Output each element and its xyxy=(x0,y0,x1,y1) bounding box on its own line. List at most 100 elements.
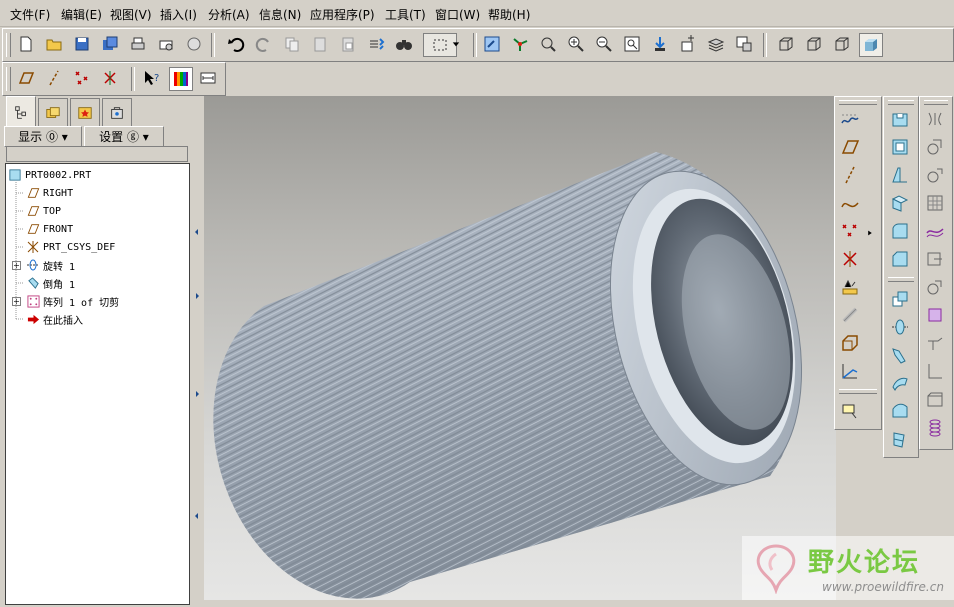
flame-logo-icon xyxy=(756,544,796,594)
copy-feature-icon[interactable] xyxy=(887,287,913,311)
project-icon[interactable] xyxy=(922,275,948,299)
wireframe-icon[interactable] xyxy=(775,33,797,55)
revolve-tool-icon[interactable] xyxy=(887,315,913,339)
thicken-icon[interactable] xyxy=(922,191,948,215)
feature-link-icon[interactable] xyxy=(837,303,863,327)
tree-item-csys[interactable]: PRT_CSYS_DEF xyxy=(26,238,115,256)
hidden-line-icon[interactable] xyxy=(803,33,825,55)
reorient-icon[interactable] xyxy=(649,33,671,55)
flyout-arrow-icon[interactable] xyxy=(865,221,875,245)
toolbar-grip[interactable] xyxy=(888,100,914,105)
swept-blend-icon[interactable] xyxy=(887,371,913,395)
solidify-icon[interactable] xyxy=(922,219,948,243)
round-icon[interactable] xyxy=(887,219,913,243)
layers-icon[interactable] xyxy=(705,33,727,55)
hole-icon[interactable] xyxy=(922,359,948,383)
menu-view[interactable]: 视图(V) xyxy=(110,6,152,23)
coord-graph-icon[interactable] xyxy=(837,359,863,383)
menu-file[interactable]: 文件(F) xyxy=(10,6,50,23)
menu-insert[interactable]: 插入(I) xyxy=(160,6,197,23)
toolbar-grip[interactable] xyxy=(6,33,11,57)
refit-icon[interactable] xyxy=(621,33,643,55)
blend-icon[interactable] xyxy=(887,191,913,215)
merge-icon[interactable] xyxy=(922,107,948,131)
chevron-down-icon[interactable] xyxy=(449,33,463,55)
menu-info[interactable]: 信息(N) xyxy=(259,6,301,23)
tab-favorites[interactable] xyxy=(70,98,100,127)
tree-item-pattern[interactable]: 阵列 1 of 切剪 xyxy=(26,292,119,310)
save-icon[interactable] xyxy=(71,33,93,55)
menu-edit[interactable]: 编辑(E) xyxy=(61,6,102,23)
threaded-tube-model[interactable] xyxy=(204,96,836,600)
datum-point-display-icon[interactable] xyxy=(71,67,93,89)
helical-sweep-icon[interactable] xyxy=(922,415,948,439)
toolbar-grip[interactable] xyxy=(839,100,877,105)
view-manager-icon[interactable] xyxy=(733,33,755,55)
spin-center-icon[interactable] xyxy=(509,33,531,55)
toolbar-grip[interactable] xyxy=(924,100,948,105)
datum-point-tool-icon[interactable] xyxy=(837,219,863,243)
find-binoculars-icon[interactable] xyxy=(393,33,415,55)
orient-mode-icon[interactable] xyxy=(537,33,559,55)
csys-display-icon[interactable] xyxy=(99,67,121,89)
datum-plane-tool-icon[interactable] xyxy=(837,135,863,159)
paste-special-icon[interactable] xyxy=(337,33,359,55)
send-link-icon[interactable] xyxy=(183,33,205,55)
zoom-out-icon[interactable] xyxy=(593,33,615,55)
datum-axis-tool-icon[interactable] xyxy=(837,163,863,187)
print-icon[interactable] xyxy=(127,33,149,55)
annotation-note-icon[interactable] xyxy=(837,399,863,423)
send-mail-icon[interactable] xyxy=(155,33,177,55)
undo-icon[interactable] xyxy=(225,33,247,55)
draft-icon[interactable] xyxy=(887,163,913,187)
section-icon[interactable] xyxy=(837,331,863,355)
intersect-icon[interactable] xyxy=(922,247,948,271)
menu-analysis[interactable]: 分析(A) xyxy=(208,6,250,23)
repaint-icon[interactable] xyxy=(481,33,503,55)
tab-folder-browser[interactable] xyxy=(38,98,68,127)
datum-plane-display-icon[interactable] xyxy=(15,67,37,89)
tree-filter-bar[interactable] xyxy=(6,146,188,162)
zoom-in-icon[interactable] xyxy=(565,33,587,55)
extrude-icon[interactable] xyxy=(887,107,913,131)
regenerate-icon[interactable] xyxy=(365,33,387,55)
graphics-window[interactable] xyxy=(204,96,836,600)
context-help-icon[interactable]: ? xyxy=(141,67,163,89)
cosmetic-sketch-icon[interactable] xyxy=(922,387,948,411)
toolbar-grip[interactable] xyxy=(6,67,11,91)
show-dropdown[interactable]: 显示 ⓪ ▾ xyxy=(4,126,82,147)
panel-splitter[interactable] xyxy=(190,96,204,604)
boundary-blend-icon[interactable] xyxy=(887,399,913,423)
chamfer-tool-icon[interactable] xyxy=(887,247,913,271)
csys-tool-icon[interactable] xyxy=(837,247,863,271)
shell-icon[interactable] xyxy=(887,135,913,159)
menu-window[interactable]: 窗口(W) xyxy=(435,6,480,23)
sweep-icon[interactable] xyxy=(887,343,913,367)
tab-connections[interactable] xyxy=(102,98,132,127)
menu-tools[interactable]: 工具(T) xyxy=(385,6,426,23)
datum-axis-display-icon[interactable] xyxy=(43,67,65,89)
new-file-icon[interactable] xyxy=(15,33,37,55)
open-folder-icon[interactable] xyxy=(43,33,65,55)
analysis-feature-icon[interactable] xyxy=(837,275,863,299)
style-surface-icon[interactable] xyxy=(887,427,913,451)
datum-curve-tool-icon[interactable] xyxy=(837,191,863,215)
menu-applications[interactable]: 应用程序(P) xyxy=(310,6,375,23)
trim-icon[interactable] xyxy=(922,135,948,159)
wrap-icon[interactable] xyxy=(922,303,948,327)
offset-icon[interactable] xyxy=(922,163,948,187)
copy-icon[interactable] xyxy=(281,33,303,55)
rib-icon[interactable] xyxy=(922,331,948,355)
appearance-colors-icon[interactable] xyxy=(169,67,193,91)
redo-icon[interactable] xyxy=(253,33,275,55)
no-hidden-icon[interactable] xyxy=(831,33,853,55)
tab-model-tree[interactable] xyxy=(6,96,36,128)
datum-plane-sketch-icon[interactable] xyxy=(837,107,863,131)
paste-icon[interactable] xyxy=(309,33,331,55)
settings-dropdown[interactable]: 设置 ⓖ ▾ xyxy=(84,126,164,147)
saved-views-icon[interactable] xyxy=(677,33,699,55)
measure-icon[interactable] xyxy=(197,67,219,89)
menu-help[interactable]: 帮助(H) xyxy=(488,6,530,23)
shading-icon[interactable] xyxy=(859,33,883,57)
save-copy-icon[interactable] xyxy=(99,33,121,55)
